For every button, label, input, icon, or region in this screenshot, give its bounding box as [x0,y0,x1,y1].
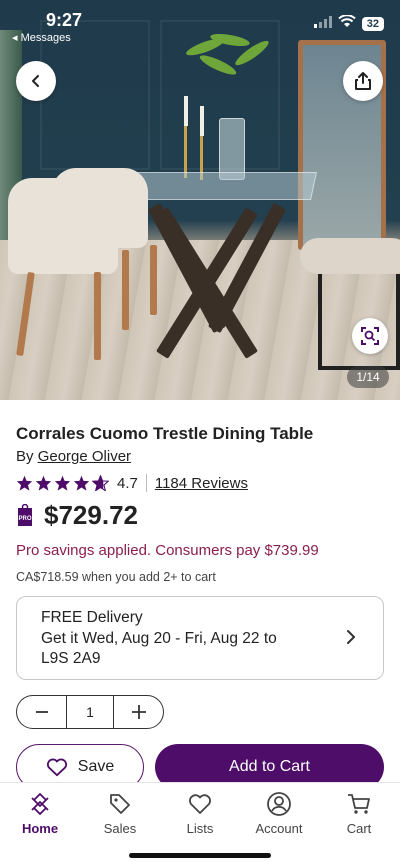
nav-lists-label: Lists [186,821,214,836]
brand-line: By George Oliver [16,448,131,465]
share-icon [355,72,371,90]
product-price: $729.72 [44,500,138,530]
heart-icon [46,758,67,777]
battery-indicator: 32 [361,17,384,31]
quantity-value[interactable]: 1 [66,696,114,728]
back-to-app[interactable]: ◂ Messages [12,31,71,44]
star-rating [16,475,109,491]
quantity-stepper: 1 [16,695,164,729]
price-row: PRO $729.72 [16,500,138,531]
bench [300,238,400,274]
chevron-right-icon [347,630,355,644]
increase-quantity-button[interactable] [114,696,163,728]
star-icon [54,475,71,491]
status-icons: 32 [313,14,384,33]
back-button[interactable] [16,61,56,101]
vase [219,118,245,180]
nav-lists[interactable]: Lists [165,791,235,836]
star-icon [35,475,52,491]
nav-home[interactable]: Home [5,791,75,836]
reviews-link[interactable]: 1184 Reviews [155,475,248,492]
chair-leg [122,250,129,330]
pro-badge-icon: PRO [18,503,32,526]
star-icon [16,475,33,491]
chair-leg [94,272,101,360]
minus-icon [35,711,48,713]
product-image[interactable] [0,0,400,400]
delivery-date: Get it Wed, Aug 20 - Fri, Aug 22 to [41,629,277,647]
nav-cart-label: Cart [346,821,372,836]
nav-account-label: Account [255,821,303,836]
signal-icon [313,15,332,33]
rating-row[interactable]: 4.7 1184 Reviews [16,474,248,492]
pro-savings-text: Pro savings applied. Consumers pay $739.… [16,542,319,559]
heart-icon [189,794,211,814]
account-icon [267,792,291,816]
chevron-left-icon [32,75,39,87]
visual-search-button[interactable] [352,318,388,354]
nav-home-label: Home [21,821,59,836]
nav-sales[interactable]: Sales [85,791,155,836]
home-icon [31,793,49,815]
delivery-info[interactable]: FREE Delivery Get it Wed, Aug 20 - Fri, … [16,596,384,680]
nav-cart[interactable]: Cart [324,791,394,836]
status-time: 9:27 [46,10,83,30]
save-label: Save [77,758,115,775]
bulk-price-note: CA$718.59 when you add 2+ to cart [16,570,216,584]
decrease-quantity-button[interactable] [17,696,66,728]
by-prefix: By [16,448,34,465]
divider [145,474,147,492]
half-star-icon [92,475,109,491]
home-indicator [129,853,271,858]
candle [184,96,188,126]
pro-badge-text: PRO [18,516,31,522]
cart-icon [348,794,370,814]
candle-holder [184,126,187,178]
share-button[interactable] [343,61,383,101]
product-title: Corrales Cuomo Trestle Dining Table [16,424,314,443]
chair-leg [150,245,157,315]
chair [8,178,118,274]
delivery-postal-code: L9S 2A9 [41,650,101,667]
image-counter: 1/14 [347,366,389,388]
brand-link[interactable]: George Oliver [38,448,131,465]
plus-icon [131,705,146,719]
tag-icon [110,794,130,814]
star-icon [73,475,90,491]
nav-sales-label: Sales [103,821,137,836]
nav-account[interactable]: Account [244,791,314,836]
wifi-icon [338,14,356,33]
visual-search-icon [361,327,379,345]
delivery-free-label: FREE Delivery [41,609,143,626]
candle [200,106,204,136]
rating-value: 4.7 [117,474,138,492]
